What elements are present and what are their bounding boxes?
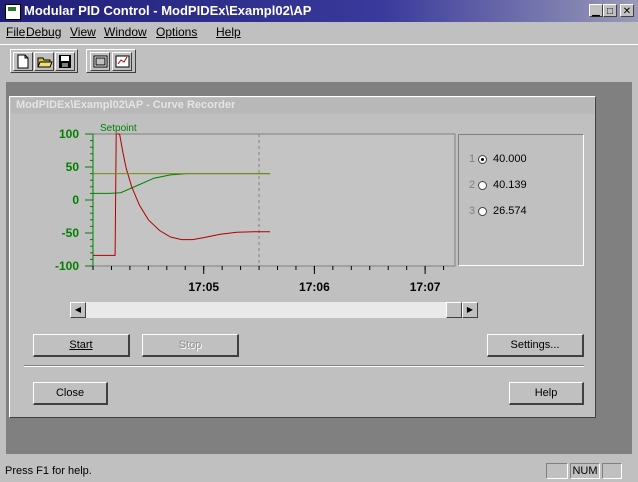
x-tick-label: 17:07 xyxy=(410,280,441,294)
x-tick-label: 17:05 xyxy=(188,280,219,294)
channel-number: 2 xyxy=(469,179,476,191)
scroll-thumb[interactable] xyxy=(446,302,462,318)
channel-radio[interactable] xyxy=(478,154,487,164)
status-pane-scroll xyxy=(602,463,622,479)
setpoint-label: Setpoint xyxy=(100,123,137,134)
help-button[interactable]: Help xyxy=(509,382,584,405)
status-message: Press F1 for help. xyxy=(5,465,92,477)
scroll-track[interactable] xyxy=(86,302,446,318)
status-bar: Press F1 for help. NUM xyxy=(0,460,638,482)
status-pane-caps xyxy=(546,463,568,479)
settings-button[interactable]: Settings... xyxy=(487,334,584,357)
channel-row[interactable]: 2 40.139 xyxy=(469,179,527,191)
y-tick-label: 0 xyxy=(72,193,79,207)
y-tick-label: -50 xyxy=(62,226,80,240)
channel-radio[interactable] xyxy=(478,180,487,190)
channel-number: 3 xyxy=(469,205,476,217)
y-tick-label: 100 xyxy=(59,127,79,141)
status-pane-num: NUM xyxy=(570,463,600,479)
channel-value: 40.139 xyxy=(493,179,527,191)
x-tick-label: 17:06 xyxy=(299,280,330,294)
scroll-left-button[interactable]: ◀ xyxy=(70,302,86,318)
channel-number: 1 xyxy=(469,153,476,165)
scroll-right-button[interactable]: ▶ xyxy=(462,302,478,318)
channel-panel: 1 40.000 2 40.139 3 26.574 xyxy=(458,134,584,266)
y-tick-label: 50 xyxy=(66,160,80,174)
channel-radio[interactable] xyxy=(478,206,487,216)
channel-value: 26.574 xyxy=(493,205,527,217)
channel-row[interactable]: 1 40.000 xyxy=(469,153,527,165)
close-button[interactable]: Close xyxy=(33,382,108,405)
divider xyxy=(24,365,584,367)
y-tick-label: -100 xyxy=(55,259,79,273)
channel-row[interactable]: 3 26.574 xyxy=(469,205,527,217)
channel-value: 40.000 xyxy=(493,153,527,165)
time-scrollbar[interactable]: ◀ ▶ xyxy=(70,302,478,318)
chart-panel: 100 50 0 -50 -100 17:05 17:06 17:07 Setpoint 1… xyxy=(0,0,638,482)
stop-button[interactable]: Stop xyxy=(142,334,239,357)
start-button[interactable]: Start xyxy=(33,334,130,357)
